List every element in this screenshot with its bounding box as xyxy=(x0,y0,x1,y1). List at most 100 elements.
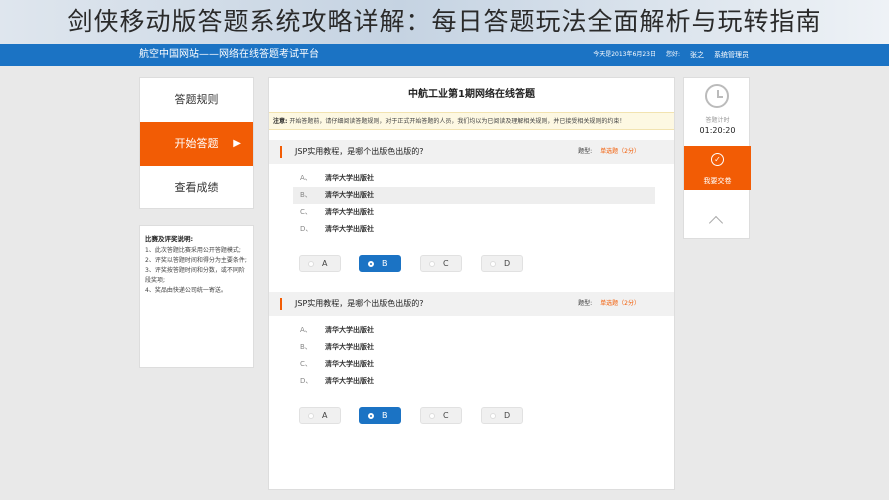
question-type: 题型: 单选题（2分） xyxy=(578,140,640,164)
answer-label: B xyxy=(382,259,388,268)
exam-panel: 中航工业第1期网络在线答题 注意: 开始答题前，请仔细阅读答题规则，对于正式开始… xyxy=(268,77,675,490)
answer-buttons: A B C D xyxy=(269,407,674,427)
rules-line: 2、评奖以答题时间和得分为主要条件; xyxy=(145,257,247,264)
left-nav: 答题规则 开始答题 ▶ 查看成绩 xyxy=(139,77,254,209)
option-item: C、 清华大学出版社 xyxy=(269,204,674,221)
top-bar: 航空中国网站——网络在线答题考试平台 今天是2013年6月23日 您好: 张之 … xyxy=(0,44,889,66)
nav-item-rules[interactable]: 答题规则 xyxy=(140,78,253,122)
option-letter: D、 xyxy=(300,225,313,233)
exam-title: 中航工业第1期网络在线答题 xyxy=(408,89,535,100)
question-type-label: 题型: xyxy=(578,148,593,155)
rules-line: 3、评奖按答题时间和分数，或不同阶段奖项; xyxy=(145,267,245,284)
question-type: 题型: 单选题（2分） xyxy=(578,292,640,316)
question-text: JSP实用教程，是哪个出版色出版的? xyxy=(295,299,424,308)
answer-buttons: A B C D xyxy=(269,255,674,275)
answer-label: C xyxy=(443,259,449,268)
rules-line: 1、此次答题比赛采用公开答题模式; xyxy=(145,247,241,254)
question-marker xyxy=(280,146,282,158)
option-letter: A、 xyxy=(300,326,312,334)
answer-label: B xyxy=(382,411,388,420)
option-text: 清华大学出版社 xyxy=(325,343,374,351)
answer-button-d[interactable]: D xyxy=(481,255,523,272)
answer-button-a[interactable]: A xyxy=(299,407,341,424)
radio-icon xyxy=(429,413,435,419)
option-item: A、 清华大学出版社 xyxy=(269,170,674,187)
rules-panel: 比赛及评奖说明: 1、此次答题比赛采用公开答题模式; 2、评奖以答题时间和得分为… xyxy=(139,225,254,368)
option-item: D、 清华大学出版社 xyxy=(269,373,674,390)
answer-label: D xyxy=(504,411,511,420)
option-list: A、 清华大学出版社 B、 清华大学出版社 C、 清华大学出版社 D、 清华大学出版社 xyxy=(269,322,674,390)
radio-icon xyxy=(308,261,314,267)
site-title: 航空中国网站——网络在线答题考试平台 xyxy=(139,49,319,60)
question-marker xyxy=(280,298,282,310)
radio-icon xyxy=(429,261,435,267)
answer-button-b[interactable]: B xyxy=(359,407,401,424)
answer-label: D xyxy=(504,259,511,268)
answer-button-a[interactable]: A xyxy=(299,255,341,272)
rules-line: 4、奖品由快递公司统一寄送。 xyxy=(145,287,227,294)
top-bar-user-area: 今天是2013年6月23日 您好: 张之 系统管理员 xyxy=(593,44,749,66)
question-type-value: 单选题（2分） xyxy=(600,148,640,155)
radio-icon xyxy=(490,413,496,419)
option-letter: B、 xyxy=(300,343,312,351)
timer-value: 01:20:20 xyxy=(699,126,736,135)
radio-icon xyxy=(490,261,496,267)
option-text: 清华大学出版社 xyxy=(325,208,374,216)
notice-text: 开始答题前，请仔细阅读答题规则，对于正式开始答题的人员，我们均以为已阅读及理解相… xyxy=(289,118,626,125)
question-header: JSP实用教程，是哪个出版色出版的? 题型: 单选题（2分） xyxy=(269,140,674,164)
option-item: A、 清华大学出版社 xyxy=(269,322,674,339)
answer-label: A xyxy=(322,411,328,420)
chevron-right-icon: ▶ xyxy=(233,138,241,149)
nav-item-label: 开始答题 xyxy=(174,137,219,150)
option-text: 清华大学出版社 xyxy=(325,326,374,334)
submit-button[interactable]: ✓ 我要交卷 xyxy=(684,146,751,190)
option-letter: C、 xyxy=(300,208,312,216)
option-item: B、 清华大学出版社 xyxy=(269,339,674,356)
answer-button-c[interactable]: C xyxy=(420,407,462,424)
answer-button-d[interactable]: D xyxy=(481,407,523,424)
radio-icon xyxy=(368,261,374,267)
question-type-label: 题型: xyxy=(578,300,593,307)
user-name[interactable]: 张之 xyxy=(690,44,704,66)
question-header: JSP实用教程，是哪个出版色出版的? 题型: 单选题（2分） xyxy=(269,292,674,316)
chevron-up-icon[interactable] xyxy=(708,215,724,231)
timer-label: 答题计时 xyxy=(705,117,730,124)
option-letter: A、 xyxy=(300,174,312,182)
question-type-value: 单选题（2分） xyxy=(600,300,640,307)
nav-item-start[interactable]: 开始答题 ▶ xyxy=(140,122,253,166)
radio-icon xyxy=(368,413,374,419)
option-letter: B、 xyxy=(300,191,312,199)
question-block: JSP实用教程，是哪个出版色出版的? 题型: 单选题（2分） A、 清华大学出版社 … xyxy=(269,140,674,275)
question-text: JSP实用教程，是哪个出版色出版的? xyxy=(295,147,424,156)
date-text: 今天是2013年6月23日 xyxy=(593,51,656,58)
answer-label: C xyxy=(443,411,449,420)
option-list: A、 清华大学出版社 B、 清华大学出版社 C、 清华大学出版社 D、 清华大学出版社 xyxy=(269,170,674,238)
answer-button-b[interactable]: B xyxy=(359,255,401,272)
option-text: 清华大学出版社 xyxy=(325,174,374,182)
answer-label: A xyxy=(322,259,328,268)
submit-label: 我要交卷 xyxy=(703,177,732,185)
check-circle-icon: ✓ xyxy=(711,153,724,166)
clock-icon xyxy=(705,84,729,108)
option-item: B、 清华大学出版社 xyxy=(293,187,655,204)
user-greeting: 您好: xyxy=(665,51,680,58)
radio-icon xyxy=(308,413,314,419)
admin-link[interactable]: 系统管理员 xyxy=(714,44,749,66)
option-text: 清华大学出版社 xyxy=(325,377,374,385)
notice-label: 注意: xyxy=(273,118,288,125)
rules-title: 比赛及评奖说明: xyxy=(145,235,194,243)
question-block: JSP实用教程，是哪个出版色出版的? 题型: 单选题（2分） A、 清华大学出版社 … xyxy=(269,292,674,427)
option-letter: D、 xyxy=(300,377,313,385)
option-item: C、 清华大学出版社 xyxy=(269,356,674,373)
option-text: 清华大学出版社 xyxy=(325,225,374,233)
answer-button-c[interactable]: C xyxy=(420,255,462,272)
nav-item-label: 答题规则 xyxy=(174,93,219,106)
nav-item-label: 查看成绩 xyxy=(174,181,219,194)
timer-panel: 答题计时 01:20:20 ✓ 我要交卷 xyxy=(683,77,751,239)
option-item: D、 清华大学出版社 xyxy=(269,221,674,238)
overlay-title: 剑侠移动版答题系统攻略详解：每日答题玩法全面解析与玩转指南 xyxy=(0,0,889,44)
option-letter: C、 xyxy=(300,360,312,368)
option-text: 清华大学出版社 xyxy=(325,191,374,199)
nav-item-scores[interactable]: 查看成绩 xyxy=(140,166,253,210)
notice-bar: 注意: 开始答题前，请仔细阅读答题规则，对于正式开始答题的人员，我们均以为已阅读… xyxy=(269,112,674,130)
